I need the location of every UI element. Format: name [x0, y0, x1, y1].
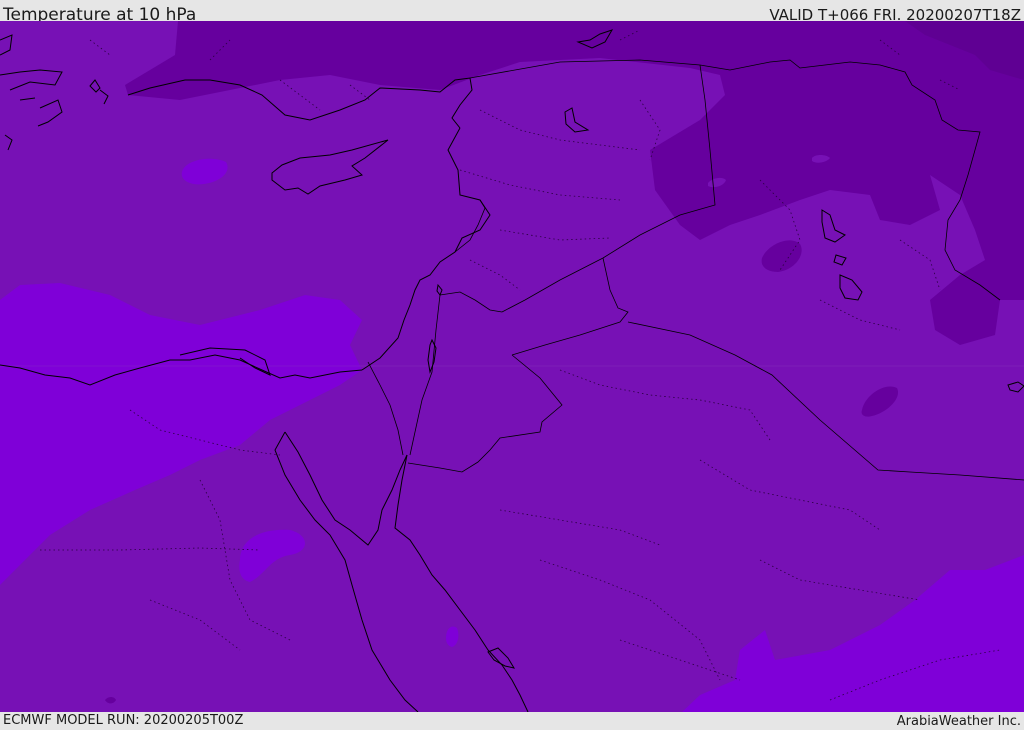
footer-bar: ECMWF MODEL RUN: 20200205T00Z ArabiaWeat… [0, 712, 1024, 729]
weather-map[interactable] [0, 21, 1024, 712]
credit-label: ArabiaWeather Inc. [896, 714, 1021, 729]
model-run-label: ECMWF MODEL RUN: 20200205T00Z [3, 713, 244, 728]
header-bar: Temperature at 10 hPa VALID T+066 FRI. 2… [0, 0, 1024, 25]
